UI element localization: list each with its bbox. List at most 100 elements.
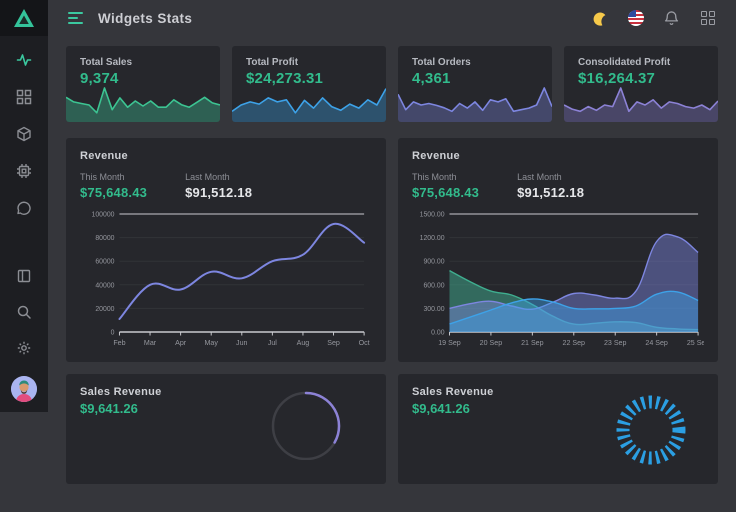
ring-gauge-chart: [268, 384, 344, 460]
sidebar-nav-bottom: [11, 268, 37, 402]
svg-text:20000: 20000: [95, 306, 114, 313]
svg-text:24 Sep: 24 Sep: [645, 339, 668, 347]
user-avatar[interactable]: [11, 376, 37, 402]
stat-card-total-profit: Total Profit $24,273.31: [232, 46, 386, 122]
sparkline-chart: [398, 84, 552, 122]
last-month-block: Last Month $91,512.18: [517, 172, 584, 200]
this-month-label: This Month: [412, 172, 479, 182]
revenue-row: Revenue This Month $75,648.43 Last Month…: [66, 138, 718, 362]
topbar-icons: [591, 10, 716, 27]
svg-text:Sep: Sep: [327, 339, 340, 347]
svg-text:600.00: 600.00: [423, 282, 444, 289]
package-icon: [16, 126, 32, 142]
sidebar-item-settings[interactable]: [16, 340, 32, 356]
sidebar-item-layout[interactable]: [16, 268, 32, 284]
chat-bubble-icon: [16, 200, 32, 216]
svg-text:19 Sep: 19 Sep: [438, 339, 461, 347]
svg-text:Jun: Jun: [236, 339, 247, 347]
page-title: Widgets Stats: [98, 11, 192, 26]
activity-icon: [16, 52, 32, 68]
stat-card-consolidated-profit: Consolidated Profit $16,264.37: [564, 46, 718, 122]
card-title: Revenue: [80, 150, 372, 162]
this-month-block: This Month $75,648.43: [412, 172, 479, 200]
svg-text:Aug: Aug: [297, 339, 310, 347]
stat-card-total-orders: Total Orders 4,361: [398, 46, 552, 122]
svg-text:0.00: 0.00: [431, 329, 445, 336]
apps-menu-button[interactable]: [699, 10, 716, 27]
svg-text:Oct: Oct: [359, 339, 370, 347]
this-month-label: This Month: [80, 172, 147, 182]
sidebar-item-products[interactable]: [16, 126, 32, 142]
layout-icon: [16, 268, 32, 284]
last-month-value: $91,512.18: [517, 185, 584, 200]
svg-text:60000: 60000: [95, 259, 114, 266]
svg-text:20 Sep: 20 Sep: [480, 339, 503, 347]
this-month-value: $75,648.43: [412, 185, 479, 200]
svg-text:22 Sep: 22 Sep: [563, 339, 586, 347]
svg-text:100000: 100000: [92, 211, 115, 218]
sidebar: [0, 0, 48, 412]
sidebar-item-system[interactable]: [16, 163, 32, 179]
last-month-label: Last Month: [517, 172, 584, 182]
revenue-stats: This Month $75,648.43 Last Month $91,512…: [80, 172, 372, 200]
svg-text:1200.00: 1200.00: [420, 235, 445, 242]
language-selector[interactable]: [627, 10, 644, 27]
stat-card-total-sales: Total Sales 9,374: [66, 46, 220, 122]
svg-text:40000: 40000: [95, 282, 114, 289]
sidebar-item-search[interactable]: [16, 304, 32, 320]
grid-menu-icon: [701, 11, 715, 25]
bell-icon: [664, 11, 679, 26]
svg-text:900.00: 900.00: [423, 259, 444, 266]
logo-triangle-icon: [13, 8, 35, 28]
last-month-label: Last Month: [185, 172, 252, 182]
sidebar-item-messages[interactable]: [16, 200, 32, 216]
tick-gauge-chart: [606, 380, 696, 470]
svg-text:25 Sep: 25 Sep: [687, 339, 704, 347]
stat-label: Total Profit: [246, 57, 372, 68]
svg-text:Apr: Apr: [175, 339, 187, 347]
header: Widgets Stats: [48, 0, 736, 36]
svg-text:0: 0: [111, 329, 115, 336]
sparkline-chart: [66, 84, 220, 122]
stat-label: Total Sales: [80, 57, 206, 68]
sidebar-nav-top: [16, 52, 32, 216]
stat-label: Total Orders: [412, 57, 538, 68]
revenue-stats: This Month $75,648.43 Last Month $91,512…: [412, 172, 704, 200]
notifications-button[interactable]: [663, 10, 680, 27]
svg-text:Mar: Mar: [144, 339, 157, 347]
this-month-value: $75,648.43: [80, 185, 147, 200]
svg-text:80000: 80000: [95, 235, 114, 242]
sales-revenue-card-1: Sales Revenue $9,641.26: [66, 374, 386, 484]
menu-toggle[interactable]: [68, 12, 84, 24]
svg-text:Feb: Feb: [113, 339, 125, 347]
search-icon: [16, 304, 32, 320]
sidebar-item-activity[interactable]: [16, 52, 32, 68]
stat-cards-row: Total Sales 9,374 Total Profit $24,273.3…: [66, 46, 718, 122]
revenue-card-area: Revenue This Month $75,648.43 Last Month…: [398, 138, 718, 362]
stat-label: Consolidated Profit: [578, 57, 704, 68]
this-month-block: This Month $75,648.43: [80, 172, 147, 200]
dashboard-grid-icon: [16, 89, 32, 105]
sparkline-chart: [232, 84, 386, 122]
moon-icon: [592, 11, 607, 26]
app-logo[interactable]: [0, 0, 48, 36]
content: Total Sales 9,374 Total Profit $24,273.3…: [48, 36, 736, 512]
last-month-block: Last Month $91,512.18: [185, 172, 252, 200]
svg-text:21 Sep: 21 Sep: [521, 339, 544, 347]
last-month-value: $91,512.18: [185, 185, 252, 200]
cpu-icon: [16, 163, 32, 179]
revenue-card-line: Revenue This Month $75,648.43 Last Month…: [66, 138, 386, 362]
svg-text:23 Sep: 23 Sep: [604, 339, 627, 347]
svg-text:May: May: [204, 339, 218, 347]
sparkline-chart: [564, 84, 718, 122]
sidebar-item-dashboard[interactable]: [16, 89, 32, 105]
us-flag-icon: [628, 10, 644, 26]
svg-text:Jul: Jul: [268, 339, 277, 347]
card-title: Revenue: [412, 150, 704, 162]
avatar-illustration: [11, 376, 37, 402]
svg-text:1500.00: 1500.00: [420, 211, 445, 218]
dark-mode-toggle[interactable]: [591, 10, 608, 27]
settings-icon: [16, 340, 32, 356]
sales-revenue-card-2: Sales Revenue $9,641.26: [398, 374, 718, 484]
svg-text:300.00: 300.00: [423, 306, 444, 313]
